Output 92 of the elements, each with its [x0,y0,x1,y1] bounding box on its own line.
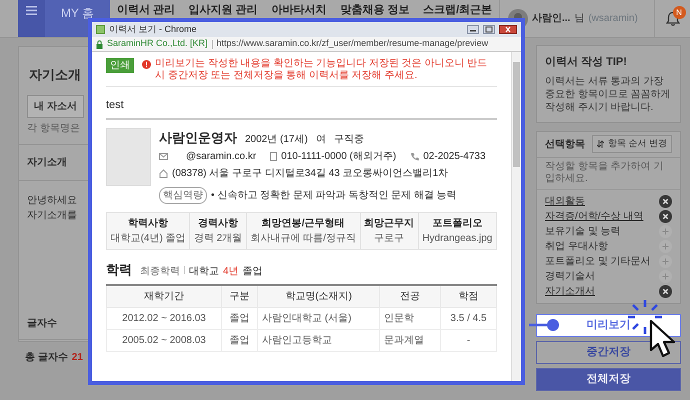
optional-item[interactable]: 대외활동 [545,194,585,208]
table-cell: 인문학 [380,307,440,329]
optional-item[interactable]: 자격증/어학/수상 내역 [545,208,644,224]
reorder-button[interactable]: 항목 순서 변경 [592,135,672,153]
user-suffix: 님 [574,12,584,26]
table-cell: 3.5 / 4.5 [440,307,496,329]
email-text: @saramin.co.kr [186,150,256,164]
summary-value: 회사내규에 따름/정규직 [249,232,357,246]
url-text: https://www.saramin.co.kr/zf_user/member/resume-manage/preview [216,37,488,50]
user-id: (wsaramin) [588,12,638,26]
competency-tag: 핵심역량 [159,187,207,204]
page-icon [96,25,105,34]
load-resume-button[interactable]: 내 자소서 [27,94,84,118]
lock-icon [96,40,103,48]
summary-value: 대학교(4년) 졸업 [110,232,187,246]
final-education-years: 4년 [223,265,239,279]
optional-item[interactable]: 자기소개서 [545,284,595,298]
home-icon [159,169,168,178]
summary-label: 희망근무지 [363,217,416,231]
column-header: 전공 [380,284,440,307]
remove-icon[interactable] [659,194,672,208]
bell-icon[interactable] [666,10,680,26]
gender: 여 [316,132,326,146]
address-text: (08378) 서울 구로구 디지털로34길 43 코오롱싸이언스밸리1차 [172,167,448,181]
final-education-status: 졸업 [242,265,263,279]
char-count-label: 글자수 [27,318,57,328]
sort-icon [596,140,604,148]
callout-connector [529,319,560,331]
editor-title: 자기소개 [29,66,81,84]
table-cell: 사람인고등학교 [258,329,380,351]
birth-year: 2002년 (17세) [245,132,308,146]
competency-text: • 신속하고 정확한 문제 파악과 독창적인 문제 해결 능력 [211,189,457,203]
table-cell: 2012.02 ~ 2016.03 [106,307,222,329]
optional-item[interactable]: 취업 우대사항 [545,238,608,254]
column-header: 구분 [222,284,258,307]
tip-title: 이력서 작성 TIP! [545,55,628,70]
hint-text: 각 항목명은 [27,122,80,136]
table-cell: 문과계열 [380,329,440,351]
optional-item[interactable]: 경력기술서 [545,268,595,284]
photo-placeholder [106,128,151,186]
candidate-name: 사람인운영자 [159,128,237,146]
notice-text: 미리보기는 작성한 내용을 확인하는 기능입니다 저장된 것은 아니오니 반드시 중간저장 또는 전체저장을 통해 이력서를 저장해 주세요. [155,58,488,82]
cursor-icon [649,319,677,359]
total-count-label: 총 글자수 [25,350,68,364]
table-cell: 졸업 [222,329,258,351]
summary-label: 희망연봉/근무형태 [260,217,346,231]
scrollbar[interactable] [511,52,521,381]
tip-text: 이력서는 서류 통과의 가장 중요한 항목이므로 꼼꼼하게 작성해 주시기 바랍니다. [545,74,672,114]
user-name: 사람인... [532,12,570,26]
print-button[interactable]: 인쇄 [106,58,134,73]
total-count: 21 [72,350,83,364]
remove-icon[interactable] [659,284,672,298]
summary-label: 학력사항 [127,217,170,231]
table-cell: 졸업 [222,307,258,329]
window-title: 이력서 보기 - Chrome [109,22,197,36]
phone-number: 02-2025-4733 [423,150,486,164]
warning-icon [142,60,151,69]
remove-icon[interactable] [659,210,672,222]
save-all-button[interactable]: 전체저장 [536,368,681,390]
resume-title: test [106,97,497,120]
phone-icon [410,152,420,161]
column-header: 재학기간 [106,284,222,307]
summary-value: Hydrangeas.jpg [421,232,494,246]
site-identity: SaraminHR Co.,Ltd. [KR] [107,37,208,50]
close-icon[interactable] [499,25,517,34]
section-title: 학력 [106,261,132,279]
optional-item[interactable]: 보유기술 및 능력 [545,224,621,238]
maximize-icon[interactable] [483,25,495,34]
final-education-label: 최종학력 [140,265,180,279]
body-text: 자기소개를 [27,208,77,222]
mobile-icon [270,152,278,161]
menu-icon[interactable] [26,6,37,15]
optional-item[interactable]: 포트폴리오 및 기타문서 [545,254,651,268]
optional-title: 선택항목 [545,138,585,152]
mail-icon [159,153,168,160]
summary-value: 구로구 [373,232,406,246]
notification-badge: N [672,6,686,19]
minimize-icon[interactable] [467,25,479,34]
column-header: 학점 [440,284,496,307]
final-education-school: 대학교 [189,265,219,279]
body-text: 안녕하세요 [27,194,77,208]
summary-label: 포트폴리오 [431,217,484,231]
table-cell: 사람인대학교 (서울) [258,307,380,329]
table-cell: 2005.02 ~ 2008.03 [106,329,222,351]
column-header: 학교명(소재지) [258,284,380,307]
section-title: 자기소개 [27,156,67,170]
summary-value: 경력 2개월 [192,232,244,246]
job-status: 구직중 [334,132,364,146]
summary-label: 경력사항 [196,217,239,231]
table-cell: - [440,329,496,351]
optional-hint: 작성할 항목을 추가하여 기입하세요. [537,158,680,190]
mobile-number: 010-1111-0000 (해외거주) [281,150,396,164]
